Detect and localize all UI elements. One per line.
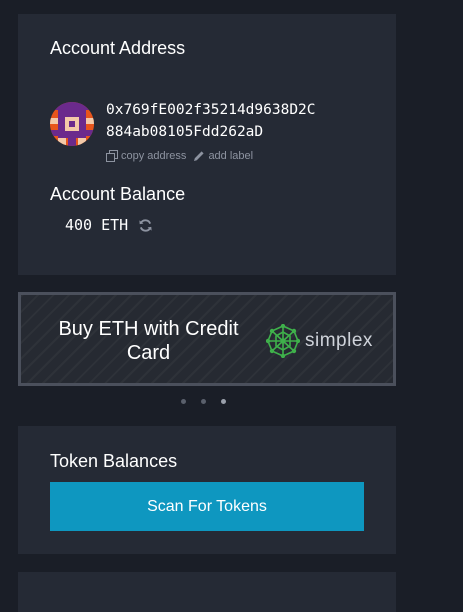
simplex-wordmark: simplex: [305, 330, 373, 351]
token-balances-heading: Token Balances: [50, 451, 178, 471]
account-balance: 400 ETH: [65, 216, 153, 234]
banner-text: Buy ETH with Credit Card: [58, 318, 239, 364]
carousel-dot-1[interactable]: [181, 399, 186, 404]
simplex-logo-icon: [266, 324, 300, 358]
account-panel: Account Address 0x769fE002f35214d9638D2C…: [18, 14, 396, 275]
balance-unit: ETH: [101, 216, 129, 234]
carousel-dots: [181, 399, 241, 404]
pencil-icon: [194, 151, 205, 161]
banner-background: Buy ETH with Credit Card simplex: [21, 295, 393, 383]
add-label-button[interactable]: add label: [193, 150, 253, 162]
copy-address-label: copy address: [121, 150, 187, 162]
balance-value: 400: [65, 216, 93, 234]
buy-eth-banner[interactable]: Buy ETH with Credit Card simplex: [18, 292, 396, 386]
scan-for-tokens-button[interactable]: Scan For Tokens: [50, 482, 364, 531]
token-balances-panel: Token Balances Scan For Tokens: [18, 426, 396, 554]
refresh-icon: [139, 218, 152, 232]
account-balance-heading: Account Balance: [50, 184, 186, 204]
next-panel: [18, 572, 396, 612]
account-address-line-2: 884ab08105Fdd262aD: [106, 124, 264, 140]
account-address-line-1: 0x769fE002f35214d9638D2C: [106, 102, 316, 118]
carousel-dot-2[interactable]: [201, 399, 206, 404]
account-address-heading: Account Address: [50, 38, 186, 58]
refresh-balance-button[interactable]: [138, 218, 153, 233]
carousel-dot-3[interactable]: [221, 399, 226, 404]
identicon-avatar: [50, 102, 94, 146]
add-label-label: add label: [208, 150, 254, 162]
copy-address-button[interactable]: copy address: [106, 150, 186, 162]
copy-icon: [106, 150, 118, 162]
address-actions: copy address add label: [106, 150, 260, 162]
